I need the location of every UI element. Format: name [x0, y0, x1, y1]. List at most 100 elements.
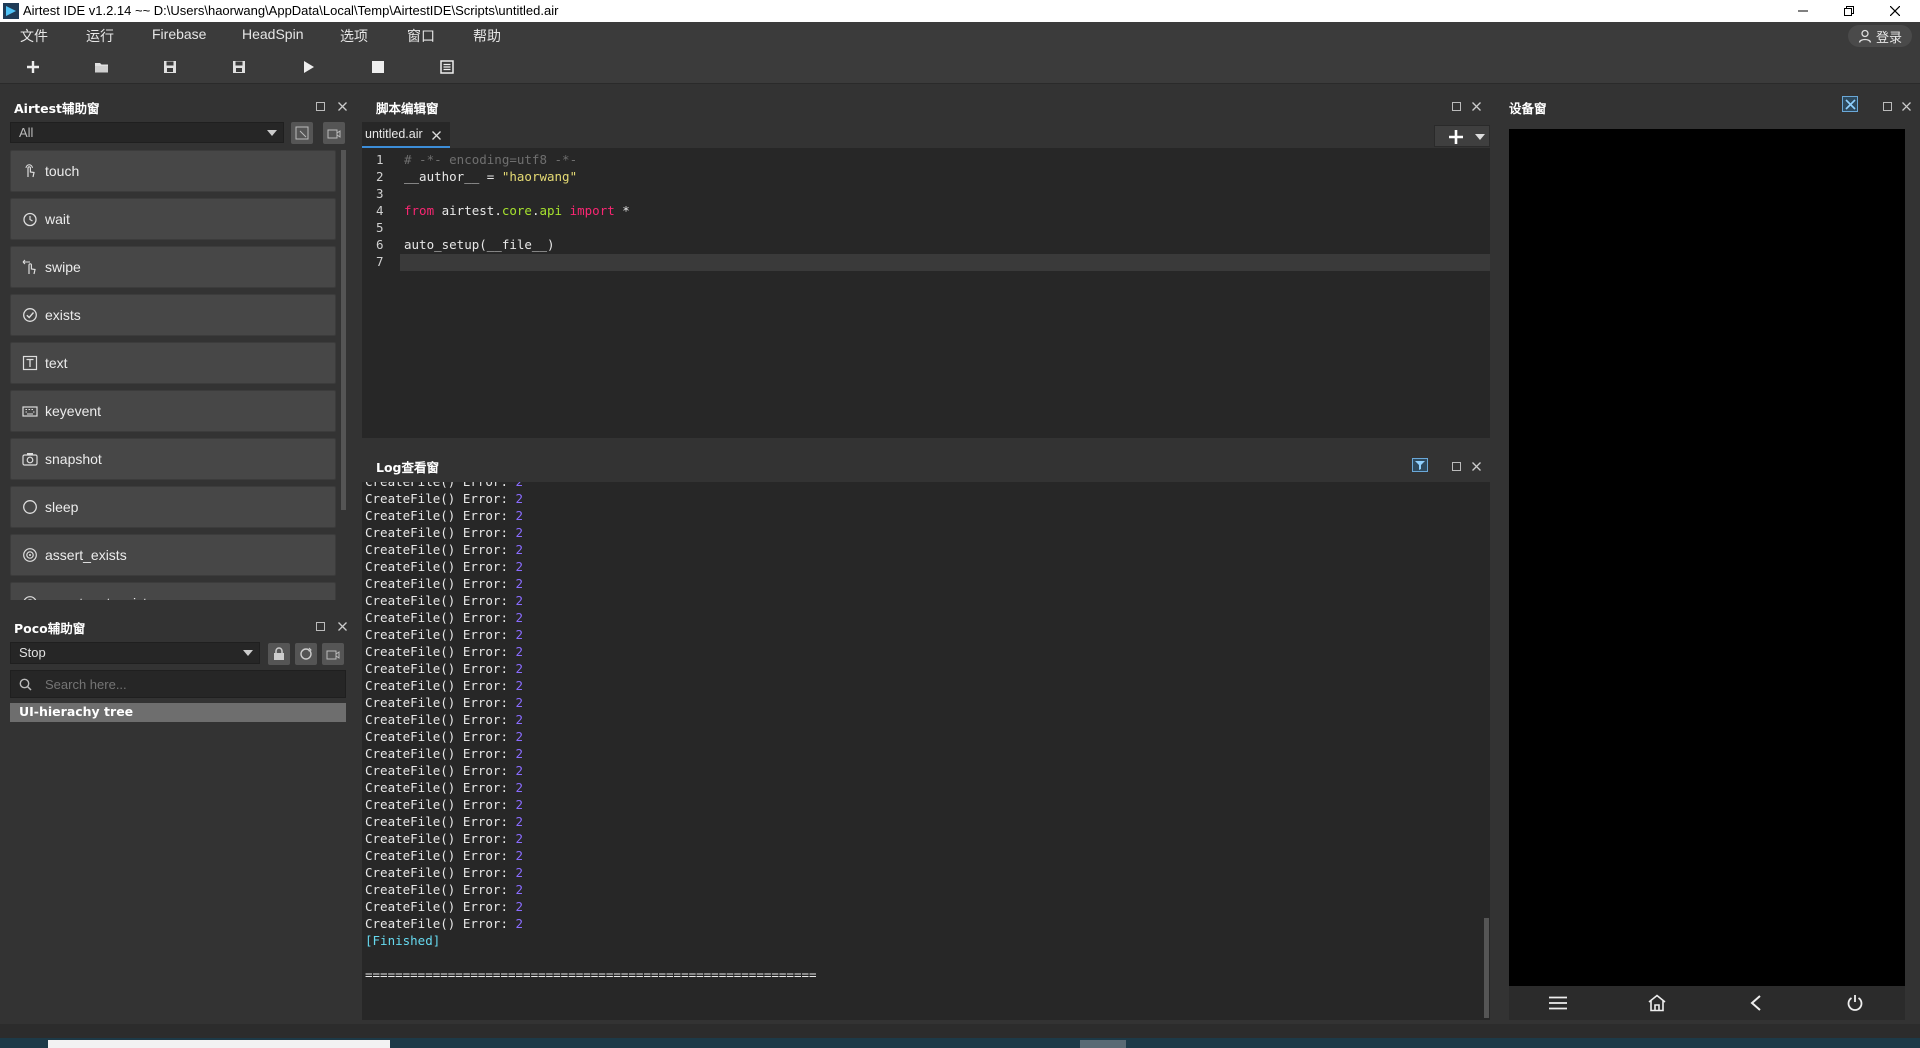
device-panel-float-button[interactable] [1881, 100, 1893, 112]
menu-run[interactable]: 运行 [86, 26, 114, 46]
log-scrollbar[interactable] [1484, 918, 1489, 1018]
float-icon [315, 621, 325, 631]
api-button-list: touch wait swipe exists text keyevent snapshot… [0, 150, 352, 600]
tools-icon [1844, 98, 1856, 110]
poco-mode-select[interactable]: Stop [10, 642, 260, 664]
airtest-panel-title: Airtest辅助窗 [14, 101, 100, 116]
device-back-button[interactable] [1745, 993, 1767, 1013]
api-button-swipe[interactable]: swipe [10, 246, 336, 288]
api-button-sleep[interactable]: sleep [10, 486, 336, 528]
api-filter-select[interactable]: All [10, 122, 284, 143]
log-error-code: 2 [515, 899, 524, 914]
airtest-panel-float-button[interactable] [314, 100, 326, 112]
run-button[interactable] [299, 57, 319, 77]
login-button[interactable]: 登录 [1847, 25, 1912, 47]
poco-lock-button[interactable] [268, 643, 290, 665]
log-message: CreateFile() Error: [365, 576, 516, 591]
menu-help[interactable]: 帮助 [473, 26, 501, 46]
device-screen[interactable] [1509, 129, 1905, 986]
log-line: CreateFile() Error: 2 [365, 831, 523, 846]
menu-firebase[interactable]: Firebase [152, 26, 206, 42]
search-input[interactable] [45, 675, 335, 693]
save-button[interactable] [160, 57, 180, 77]
menu-file[interactable]: 文件 [20, 26, 48, 46]
log-error-code: 2 [515, 780, 524, 795]
log-panel-title: Log查看窗 [376, 460, 440, 475]
api-button-assert-not-exists[interactable]: assert_not_exists [10, 582, 336, 600]
code-token: from [404, 203, 435, 218]
poco-record-button[interactable] [322, 643, 344, 665]
open-script-button[interactable] [92, 57, 112, 77]
device-panel-close-button[interactable] [1900, 100, 1912, 112]
close-icon [1471, 461, 1481, 471]
api-button-snapshot[interactable]: snapshot [10, 438, 336, 480]
airtest-device-button[interactable] [323, 122, 345, 144]
log-message: CreateFile() Error: [365, 882, 516, 897]
new-tab-button[interactable] [1434, 125, 1490, 147]
close-tab-icon[interactable] [432, 131, 441, 140]
code-line: 3 [362, 186, 1490, 203]
log-message: CreateFile() Error: [365, 508, 516, 523]
airtest-record-button[interactable] [291, 122, 313, 144]
device-menu-button[interactable] [1547, 993, 1569, 1013]
code-token: # -*- encoding=utf8 -*- [404, 152, 578, 167]
log-message: CreateFile() Error: [365, 729, 516, 744]
log-line: CreateFile() Error: 2 [365, 678, 523, 693]
new-script-button[interactable] [23, 57, 43, 77]
log-line: CreateFile() Error: 2 [365, 482, 523, 489]
api-list-scrollbar[interactable] [341, 150, 346, 510]
editor-panel-close-button[interactable] [1470, 100, 1482, 112]
close-icon [1890, 6, 1900, 16]
close-window-button[interactable] [1872, 0, 1918, 22]
device-tools-button[interactable] [1842, 96, 1858, 112]
log-line: CreateFile() Error: 2 [365, 525, 523, 540]
log-panel-float-button[interactable] [1450, 460, 1462, 472]
poco-search-field[interactable] [10, 670, 346, 698]
api-button-keyevent[interactable]: keyevent [10, 390, 336, 432]
poco-panel-float-button[interactable] [314, 620, 326, 632]
power-icon [1847, 995, 1863, 1011]
tab-untitled-air[interactable]: untitled.air [362, 122, 450, 148]
log-error-code: 2 [515, 525, 524, 540]
view-log-button[interactable] [437, 57, 457, 77]
editor-panel-float-button[interactable] [1450, 100, 1462, 112]
code-token: airtest. [434, 203, 502, 218]
log-message: CreateFile() Error: [365, 525, 516, 540]
api-button-label: sleep [45, 499, 79, 515]
log-filter-button[interactable] [1412, 458, 1428, 472]
menu-options[interactable]: 选项 [340, 26, 368, 46]
stop-button[interactable] [368, 57, 388, 77]
filter-icon [1415, 461, 1425, 470]
log-panel-close-button[interactable] [1470, 460, 1482, 472]
code-editor[interactable]: 1 # -*- encoding=utf8 -*- 2 __author__ = "h… [362, 148, 1490, 438]
minimize-button[interactable] [1780, 0, 1826, 22]
ui-hierarchy-tree-header[interactable]: UI-hierachy tree [10, 703, 346, 722]
log-message: CreateFile() Error: [365, 627, 516, 642]
api-button-touch[interactable]: touch [10, 150, 336, 192]
log-error-code: 2 [515, 644, 524, 659]
device-power-button[interactable] [1844, 993, 1866, 1013]
airtest-panel-close-button[interactable] [336, 100, 348, 112]
save-as-button[interactable] [229, 57, 249, 77]
api-button-assert-exists[interactable]: assert_exists [10, 534, 336, 576]
menu-window[interactable]: 窗口 [407, 26, 435, 46]
poco-panel-title: Poco辅助窗 [14, 621, 86, 636]
poco-panel-close-button[interactable] [336, 620, 348, 632]
restore-button[interactable] [1826, 0, 1872, 22]
video-camera-icon [327, 129, 341, 139]
log-error-code: 2 [515, 508, 524, 523]
taskbar-item[interactable] [1080, 1040, 1126, 1048]
log-error-code: 2 [515, 627, 524, 642]
menu-headspin[interactable]: HeadSpin [242, 26, 304, 42]
poco-refresh-button[interactable] [295, 643, 317, 665]
log-output[interactable]: CreateFile() Error: 2 CreateFile() Error:… [362, 482, 1490, 1020]
api-button-exists[interactable]: exists [10, 294, 336, 336]
api-button-label: text [45, 355, 68, 371]
log-line: CreateFile() Error: 2 [365, 542, 523, 557]
api-button-wait[interactable]: wait [10, 198, 336, 240]
log-error-code: 2 [515, 661, 524, 676]
api-button-text[interactable]: text [10, 342, 336, 384]
code-line: 5 [362, 220, 1490, 237]
code-text: auto_setup(__file__) [404, 237, 555, 252]
device-home-button[interactable] [1646, 993, 1668, 1013]
